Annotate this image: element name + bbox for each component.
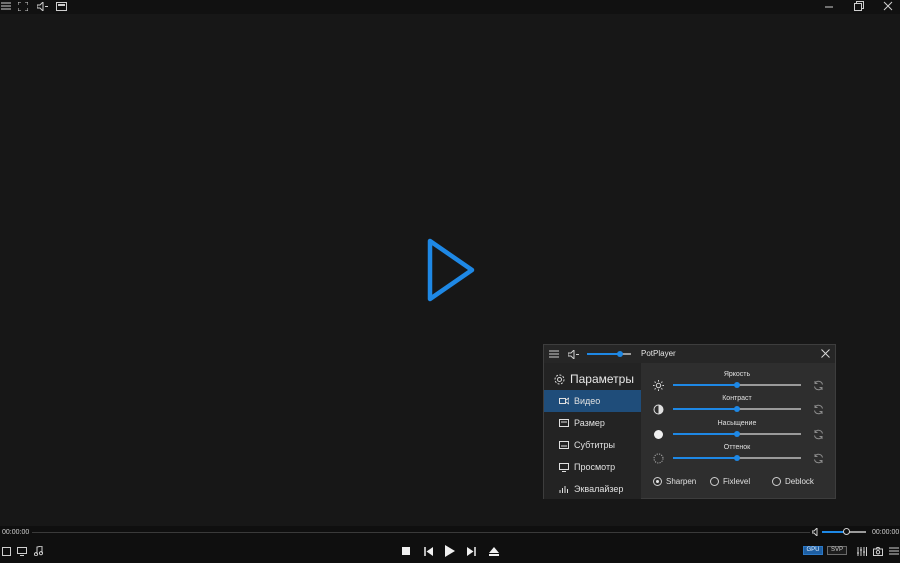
resize-icon: [559, 419, 569, 427]
menu-item-subtitles[interactable]: Субтитры: [544, 434, 641, 456]
sharpen-label: Sharpen: [666, 477, 697, 486]
hue-slider[interactable]: [673, 455, 801, 461]
deblock-label: Deblock: [785, 477, 814, 486]
fixlevel-label: Fixlevel: [723, 477, 751, 486]
settings-title-label: Параметры: [570, 372, 634, 386]
playlist-icon[interactable]: [888, 545, 900, 557]
subtitles-icon: [559, 441, 569, 449]
volume-slider[interactable]: [822, 528, 866, 535]
fixlevel-option[interactable]: Fixlevel: [710, 477, 750, 486]
contrast-icon: [653, 404, 664, 415]
menu-item-equalizer[interactable]: Эквалайзер: [544, 478, 641, 500]
volume-slider-knob[interactable]: [842, 528, 850, 535]
reset-icon[interactable]: [813, 429, 824, 440]
volume-icon[interactable]: [812, 528, 820, 536]
settings-heading: Параметры: [554, 372, 634, 386]
gear-icon: [554, 374, 565, 384]
menu-item-label: Просмотр: [574, 462, 616, 472]
panel-close-icon[interactable]: [821, 349, 830, 358]
menu-item-size[interactable]: Размер: [544, 412, 641, 434]
video-settings-panel: PotPlayer Параметры Видео Размер Субтитр…: [543, 344, 836, 499]
saturation-slider-knob[interactable]: [734, 431, 740, 437]
menu-icon[interactable]: [0, 0, 12, 12]
brightness-icon: [653, 380, 664, 391]
contrast-label: Контраст: [722, 395, 752, 402]
seek-bar[interactable]: [32, 532, 810, 533]
sharpen-radio[interactable]: [653, 477, 662, 486]
saturation-slider[interactable]: [673, 431, 801, 437]
reset-icon[interactable]: [813, 380, 824, 391]
fixlevel-radio[interactable]: [710, 477, 719, 486]
menu-item-label: Эквалайзер: [574, 484, 624, 494]
gpu-badge[interactable]: GPU: [803, 546, 823, 555]
menu-item-view[interactable]: Просмотр: [544, 456, 641, 478]
next-button[interactable]: [465, 545, 477, 557]
reset-icon[interactable]: [813, 404, 824, 415]
restore-icon[interactable]: [853, 0, 865, 12]
menu-item-label: Видео: [574, 396, 601, 406]
brightness-slider[interactable]: [673, 382, 801, 388]
current-time: 00:00:00: [2, 529, 30, 536]
title-bar: [0, 0, 900, 14]
menu-item-video[interactable]: Видео: [544, 390, 641, 412]
menu-item-label: Субтитры: [574, 440, 616, 450]
video-adjustments: Яркость Контраст Насыщение Оттенок Sharp…: [641, 363, 835, 499]
screen-icon[interactable]: [16, 545, 28, 557]
previous-button[interactable]: [422, 545, 434, 557]
pip-icon[interactable]: [55, 0, 67, 12]
panel-menu-icon[interactable]: [549, 350, 559, 358]
fullscreen-icon[interactable]: [17, 0, 29, 12]
reset-icon[interactable]: [813, 453, 824, 464]
brightness-slider-knob[interactable]: [734, 382, 740, 388]
minimize-icon[interactable]: [823, 0, 835, 12]
svp-badge[interactable]: SVP: [827, 546, 847, 555]
control-bar: 00:00:00 00:00:00 GPU SVP: [0, 526, 900, 563]
layout-icon[interactable]: [0, 545, 12, 557]
hue-icon: [653, 453, 664, 464]
monitor-icon: [559, 462, 569, 472]
deblock-option[interactable]: Deblock: [772, 477, 814, 486]
volume-icon[interactable]: [36, 0, 48, 12]
saturation-icon: [654, 430, 663, 439]
menu-item-label: Размер: [574, 418, 605, 428]
hue-label: Оттенок: [723, 444, 751, 451]
equalizer-icon[interactable]: [856, 545, 868, 557]
eject-button[interactable]: [488, 545, 500, 557]
music-note-icon[interactable]: [32, 545, 44, 557]
video-camera-icon: [559, 397, 569, 405]
total-time: 00:00:00: [872, 529, 900, 536]
panel-volume-slider[interactable]: [587, 351, 631, 357]
stop-button[interactable]: [400, 545, 412, 557]
saturation-label: Насыщение: [717, 420, 757, 427]
panel-volume-icon[interactable]: [568, 350, 579, 359]
settings-nav: Параметры Видео Размер Субтитры Просмотр…: [544, 363, 641, 499]
play-icon[interactable]: [422, 235, 478, 305]
equalizer-icon: [559, 486, 568, 493]
close-icon[interactable]: [882, 0, 894, 12]
panel-header: PotPlayer: [544, 345, 835, 363]
panel-title: PotPlayer: [641, 349, 676, 358]
brightness-label: Яркость: [723, 371, 751, 378]
contrast-slider-knob[interactable]: [734, 406, 740, 412]
sharpen-option[interactable]: Sharpen: [653, 477, 696, 486]
hue-slider-knob[interactable]: [734, 455, 740, 461]
deblock-radio[interactable]: [772, 477, 781, 486]
play-button[interactable]: [444, 545, 456, 557]
contrast-slider[interactable]: [673, 406, 801, 412]
camera-icon[interactable]: [872, 545, 884, 557]
